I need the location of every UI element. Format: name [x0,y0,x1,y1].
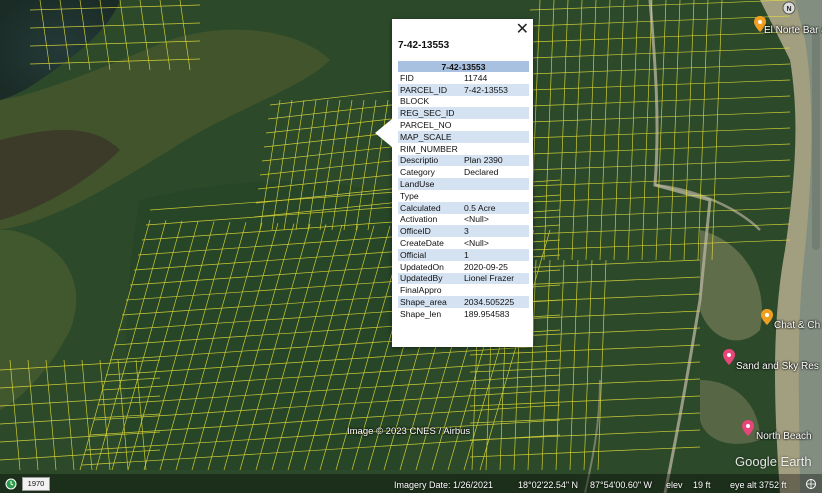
balloon-title: 7-42-13553 [398,40,450,51]
attribute-value [462,130,529,143]
attribute-row: REG_SEC_ID [398,107,529,120]
parcel-info-balloon: ✕ 7-42-13553 7-42-13553 FID 11744 PARCEL_I… [375,19,533,347]
attribute-value [462,190,529,202]
attribute-key: Activation [400,214,438,225]
elevation-label: elev [666,480,683,490]
attribute-value: 189.954583 [464,308,510,319]
latitude-readout: 18°02'22.54" N [518,480,579,490]
attribute-value: 11744 [464,72,488,83]
attribute-value: <Null> [464,238,489,249]
attribute-key: OfficeID [398,225,462,238]
attribute-row: CreateDate <Null> [398,237,529,249]
attribute-value: 1 [462,248,529,261]
attribute-row: FinalAppro [398,284,529,296]
eye-altitude-readout: eye alt 3752 ft [730,480,787,490]
attribute-row: PARCEL_NO [398,119,529,131]
attribute-row: PARCEL_ID 7-42-13553 [398,83,529,96]
place-label-el-norte[interactable]: El Norte Bar & [764,25,822,36]
place-label-chat-and-ch[interactable]: Chat & Ch [774,320,820,331]
attribute-row: UpdatedBy Lionel Frazer [398,272,529,285]
attribute-key: PARCEL_NO [400,120,452,131]
compass-icon[interactable]: N [782,1,796,15]
attribute-key: Type [400,190,419,201]
attribute-key: BLOCK [400,96,430,107]
attribute-value [462,119,529,131]
attribute-value: Declared [464,167,499,178]
attribute-key: CreateDate [400,238,444,249]
attribute-key: MAP_SCALE [398,130,462,143]
attribute-key: UpdatedBy [398,272,462,285]
attribute-key: Shape_len [400,308,442,319]
attribute-key: Official [398,248,462,261]
place-label-sand-and-sky[interactable]: Sand and Sky Res [736,361,819,372]
attribute-row: Activation <Null> [398,214,529,226]
attribute-value [462,178,529,190]
attribute-key: UpdatedOn [400,261,444,272]
attribute-row: UpdatedOn 2020-09-25 [398,261,529,273]
attribute-value: Lionel Frazer [462,272,529,285]
attribute-key: RIM_NUMBER [400,143,458,154]
attribute-row: Shape_len 189.954583 [398,308,529,320]
compass-north-label: N [786,6,791,13]
attribute-row: LandUse [398,178,529,190]
attribute-row: BLOCK [398,96,529,108]
attribute-row: Category Declared [398,166,529,178]
imagery-attribution: Image © 2023 CNES / Airbus [347,426,471,437]
attribute-value: 2020-09-25 [464,261,508,272]
attribute-value [462,107,529,120]
attribute-key: LandUse [398,178,462,190]
attribute-row: FID 11744 [398,72,529,84]
attribute-table-header: 7-42-13553 [398,61,529,72]
attribute-value [462,96,529,108]
attribute-value: <Null> [464,214,489,225]
attribute-row: Calculated 0.5 Acre [398,201,529,214]
attribute-row: OfficeID 3 [398,225,529,238]
attribute-key: Calculated [398,201,462,214]
longitude-readout: 87°54'00.60" W [590,480,653,490]
attribute-key: PARCEL_ID [398,83,462,96]
attribute-row: Descriptio Plan 2390 [398,154,529,167]
imagery-date: Imagery Date: 1/26/2021 [394,480,494,490]
attribute-key: Category [400,167,435,178]
attribute-value [462,143,529,155]
attribute-table: 7-42-13553 FID 11744 PARCEL_ID 7-42-13553 BL… [398,61,529,320]
attribute-key: REG_SEC_ID [398,107,462,120]
attribute-row: Shape_area 2034.505225 [398,296,529,308]
elevation-value: 19 ft [693,480,711,490]
attribute-value [462,284,529,296]
historical-imagery-icon[interactable] [5,478,17,490]
attribute-key: FID [400,72,414,83]
place-label-north-beach[interactable]: North Beach [756,431,812,442]
close-icon[interactable]: ✕ [516,20,529,38]
attribute-key: FinalAppro [400,285,442,296]
attribute-value: 3 [462,225,529,238]
attribute-row: RIM_NUMBER [398,143,529,155]
historical-year-badge[interactable]: 1970 [22,477,50,491]
attribute-value: 7-42-13553 [462,83,529,96]
google-earth-watermark: Google Earth [735,454,812,469]
attribute-key: Descriptio [398,154,462,167]
attribute-value: 0.5 Acre [462,201,529,214]
attribute-row: Type [398,190,529,202]
balloon-pointer [375,119,392,147]
navigation-controls[interactable] [812,30,820,250]
attribute-row: MAP_SCALE [398,130,529,143]
attribute-value: 2034.505225 [462,296,529,308]
attribute-key: Shape_area [398,296,462,308]
streaming-indicator-icon [806,479,816,489]
attribute-row: Official 1 [398,248,529,261]
attribute-value: Plan 2390 [462,154,529,167]
